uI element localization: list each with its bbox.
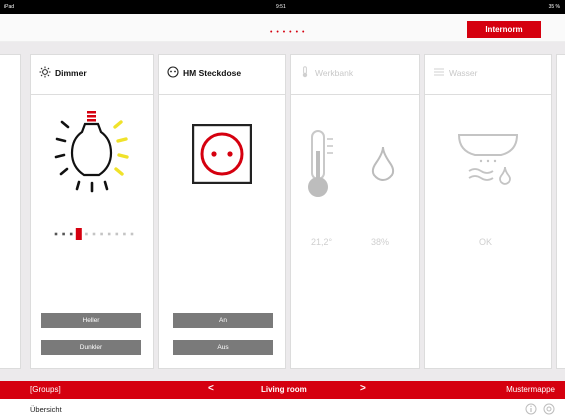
dimmer-card[interactable]: Dimmer Heller Dunkler bbox=[30, 54, 154, 369]
groups-link[interactable]: [Groups] bbox=[30, 385, 61, 394]
slider-step bbox=[62, 232, 65, 236]
thermometer-icon bbox=[308, 130, 333, 197]
socket-icon bbox=[167, 66, 179, 78]
slider-step bbox=[54, 232, 58, 236]
card-title: HM Steckdose bbox=[183, 68, 242, 78]
drop-icon bbox=[371, 146, 395, 181]
power-outlet-icon bbox=[192, 124, 252, 184]
darker-button[interactable]: Dunkler bbox=[41, 340, 141, 355]
socket-card[interactable]: HM Steckdose An Aus bbox=[158, 54, 286, 369]
project-link[interactable]: Mustermappe bbox=[506, 385, 555, 394]
slider-step bbox=[107, 232, 111, 236]
dimmer-level-slider[interactable] bbox=[53, 227, 135, 241]
slider-step bbox=[100, 232, 103, 236]
card-header: Dimmer bbox=[31, 55, 153, 95]
sun-icon bbox=[39, 66, 51, 78]
bottom-icons bbox=[525, 402, 555, 418]
overview-link[interactable]: Übersicht bbox=[30, 405, 62, 414]
slider-step bbox=[130, 232, 134, 236]
room-navigation-bar: [Groups] < Living room > Mustermappe bbox=[0, 381, 565, 399]
card-previous-partial[interactable] bbox=[0, 54, 21, 369]
temperature-value: 21,2° bbox=[311, 237, 333, 247]
water-card[interactable]: Wasser OK bbox=[424, 54, 552, 369]
card-header: HM Steckdose bbox=[159, 55, 285, 95]
workbench-card[interactable]: Werkbank 21,2° 38% bbox=[290, 54, 420, 369]
card-next-partial[interactable] bbox=[556, 54, 565, 369]
battery-label: 35 % bbox=[548, 4, 560, 10]
slider-step bbox=[85, 232, 88, 236]
status-bar: iPad 9:51 35 % bbox=[0, 0, 565, 14]
water-sensor-icon bbox=[457, 134, 519, 185]
off-button[interactable]: Aus bbox=[173, 340, 273, 355]
bottom-bar: Übersicht bbox=[0, 399, 565, 418]
slider-step bbox=[92, 232, 96, 236]
room-title: Living room bbox=[261, 385, 307, 394]
previous-room-button[interactable]: < bbox=[208, 383, 214, 394]
next-room-button[interactable]: > bbox=[360, 383, 366, 394]
water-status: OK bbox=[479, 237, 493, 247]
top-bar: • • • • • • Internorm bbox=[0, 14, 565, 42]
page-indicator[interactable]: • • • • • • bbox=[270, 29, 305, 36]
device-label: iPad bbox=[4, 4, 15, 10]
on-button[interactable]: An bbox=[173, 313, 273, 328]
settings-icon[interactable] bbox=[543, 403, 555, 415]
humidity-value: 38% bbox=[371, 237, 390, 247]
card-title: Werkbank bbox=[315, 68, 354, 78]
brand-logo: Internorm bbox=[467, 21, 541, 38]
card-header: Wasser bbox=[425, 55, 551, 95]
status-time: 9:51 bbox=[276, 4, 286, 10]
slider-step bbox=[123, 232, 126, 236]
slider-step bbox=[69, 232, 73, 236]
device-canvas: Dimmer Heller Dunkler HM Steckdose An Au… bbox=[0, 42, 565, 381]
thermometer-icon bbox=[302, 66, 308, 78]
water-sensor-icon bbox=[434, 68, 444, 76]
card-title: Dimmer bbox=[55, 68, 87, 78]
slider-step bbox=[115, 232, 119, 236]
brighter-button[interactable]: Heller bbox=[41, 313, 141, 328]
lightbulb-icon bbox=[54, 111, 129, 193]
info-icon[interactable] bbox=[525, 403, 537, 415]
card-title: Wasser bbox=[449, 68, 478, 78]
card-header: Werkbank bbox=[291, 55, 419, 95]
